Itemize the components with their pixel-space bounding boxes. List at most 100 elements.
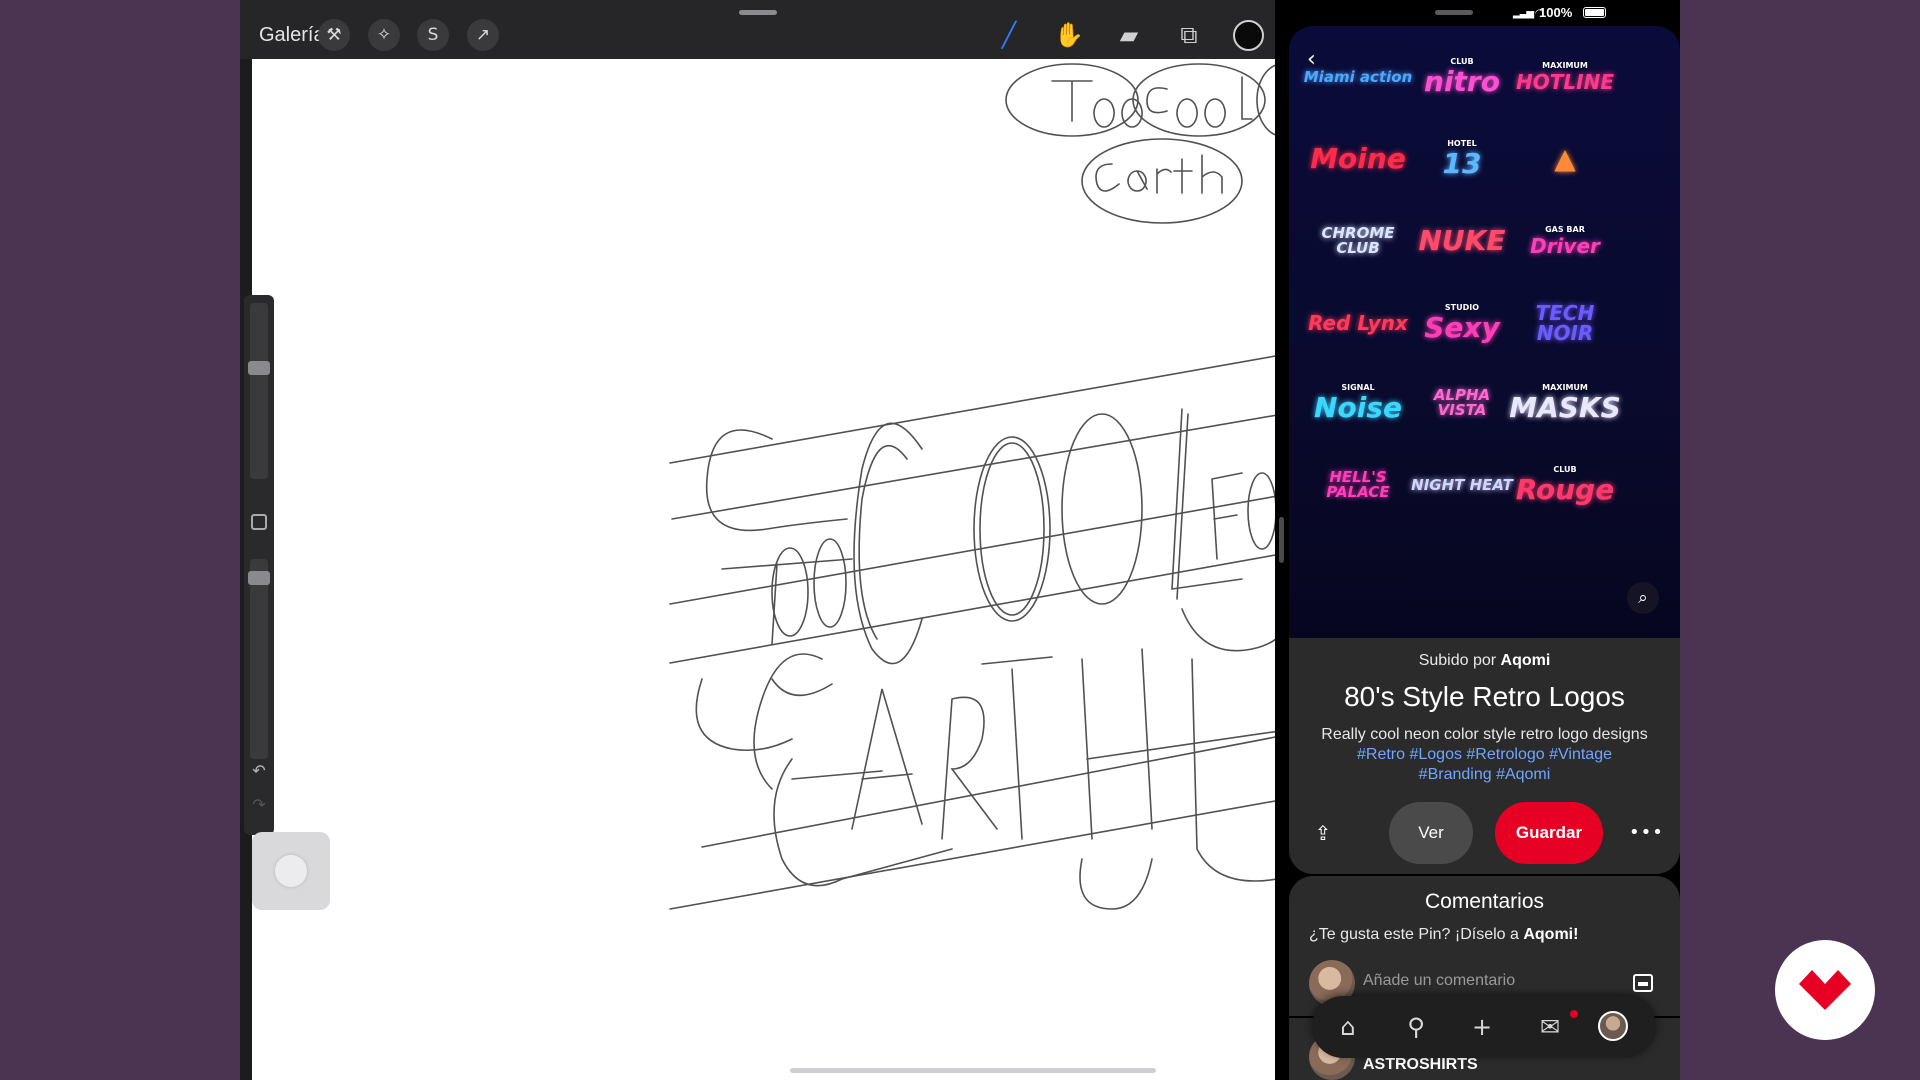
- battery-percent: 100%: [1539, 5, 1573, 20]
- transform-arrow-icon[interactable]: ↗: [467, 19, 499, 51]
- status-bar: ▂▃▅ ◠ 100%: [1289, 0, 1680, 24]
- wrench-icon[interactable]: ⚒: [318, 19, 350, 51]
- sketch-drawing: [669, 63, 1275, 910]
- split-view-handle[interactable]: [1279, 517, 1284, 563]
- assistive-touch-button[interactable]: [252, 832, 330, 910]
- visual-search-icon[interactable]: ⌕: [1627, 582, 1659, 614]
- layers-icon[interactable]: ⧉: [1172, 18, 1206, 52]
- pin-description: Really cool neon color style retro logo …: [1321, 726, 1648, 743]
- procreate-app: Galería ⚒ ✧ S ↗ ╱ ✋ ▰ ⧉ ↶ ↷: [240, 0, 1275, 1080]
- smudge-icon[interactable]: ✋: [1052, 18, 1086, 52]
- brush-size-slider[interactable]: [250, 303, 268, 479]
- comments-title: Comentarios: [1424, 890, 1545, 913]
- search-tab-icon[interactable]: ⚲: [1398, 1009, 1434, 1045]
- gallery-button[interactable]: Galería: [259, 24, 325, 47]
- comments-prompt: ¿Te gusta este Pin? ¡Díselo a Aqomi!: [1309, 926, 1669, 944]
- retro-logo: NUKE: [1407, 202, 1517, 280]
- selection-icon[interactable]: S: [417, 19, 449, 51]
- retro-logo-text: ALPHA VISTA: [1433, 386, 1491, 419]
- retro-logo-text: Miami action: [1303, 67, 1413, 86]
- retro-logo: STUDIO Sexy: [1407, 284, 1517, 362]
- retro-logo: ▲: [1510, 120, 1620, 198]
- redo-icon[interactable]: ↷: [249, 795, 269, 815]
- create-tab-icon[interactable]: +: [1464, 1009, 1500, 1045]
- retro-logo-text: Rouge: [1515, 473, 1615, 506]
- ipad-screen: Galería ⚒ ✧ S ↗ ╱ ✋ ▰ ⧉ ↶ ↷ ▂▃▅ ◠ 100% ‹…: [240, 0, 1680, 1080]
- retro-logo-text: ▲: [1554, 142, 1576, 175]
- drawing-canvas[interactable]: [252, 59, 1275, 1080]
- retro-logo: CLUB nitro: [1407, 38, 1517, 116]
- brush-icon[interactable]: ╱: [992, 18, 1026, 52]
- uploaded-prefix: Subido por: [1418, 652, 1497, 669]
- color-picker[interactable]: [1233, 20, 1264, 51]
- magic-wand-icon[interactable]: ✧: [368, 19, 400, 51]
- battery-icon: [1583, 7, 1606, 18]
- more-options-icon[interactable]: •••: [1629, 821, 1663, 845]
- comments-prompt-text: ¿Te gusta este Pin? ¡Díselo a: [1309, 926, 1519, 943]
- view-button[interactable]: Ver: [1389, 802, 1473, 864]
- retro-logo: HELL'S PALACE: [1303, 446, 1413, 524]
- opacity-slider[interactable]: [250, 559, 268, 759]
- pinterest-app: ▂▃▅ ◠ 100% ‹ Miami action CLUB nitro MAXIMU…: [1289, 0, 1680, 1080]
- home-tab-icon[interactable]: ⌂: [1330, 1009, 1366, 1045]
- retro-logo-text: CHROME CLUB: [1321, 224, 1395, 257]
- opacity-thumb[interactable]: [248, 571, 270, 585]
- pin-info-card: Subido por Aqomi 80's Style Retro Logos …: [1289, 638, 1680, 874]
- undo-icon[interactable]: ↶: [249, 761, 269, 781]
- notification-dot: [1570, 1010, 1578, 1018]
- retro-logo-text: nitro: [1424, 65, 1500, 98]
- pin-hashtags[interactable]: #Retro #Logos #Retrologo #Vintage #Brand…: [1319, 745, 1650, 785]
- retro-logo-text: TECH NOIR: [1535, 301, 1595, 345]
- pin-image[interactable]: ‹ Miami action CLUB nitro MAXIMUM HOTLINE Moi…: [1289, 26, 1680, 638]
- brand-logo-icon: [1799, 970, 1851, 1010]
- pin-title: 80's Style Retro Logos: [1344, 681, 1625, 712]
- retro-logo-text: Driver: [1530, 234, 1600, 258]
- retro-logo-text: 13: [1442, 147, 1482, 180]
- retro-logo: HOTEL 13: [1407, 120, 1517, 198]
- retro-logo-subtitle: GAS BAR: [1545, 225, 1585, 234]
- multitask-handle[interactable]: [1435, 10, 1473, 15]
- add-image-icon[interactable]: [1633, 974, 1653, 992]
- multitask-handle[interactable]: [739, 10, 777, 15]
- bottom-tab-bar: ⌂ ⚲ + ✉: [1312, 996, 1656, 1058]
- home-indicator: [790, 1068, 1156, 1073]
- retro-logo: NIGHT HEAT: [1407, 446, 1517, 524]
- procreate-toolbar: Galería ⚒ ✧ S ↗ ╱ ✋ ▰ ⧉: [240, 0, 1275, 59]
- retro-logo-subtitle: MAXIMUM: [1542, 61, 1588, 70]
- procreate-sidebar: ↶ ↷: [244, 295, 274, 835]
- retro-logo-text: HELL'S PALACE: [1326, 468, 1390, 501]
- retro-logo: CHROME CLUB: [1303, 202, 1413, 280]
- retro-logo-text: Moine: [1310, 142, 1406, 175]
- retro-logo: Moine: [1303, 120, 1413, 198]
- retro-logo: Miami action: [1303, 38, 1413, 116]
- retro-logo-text: HOTLINE: [1516, 70, 1614, 94]
- retro-logo-text: Noise: [1314, 391, 1402, 424]
- retro-logo: GAS BAR Driver: [1510, 202, 1620, 280]
- retro-logo: MAXIMUM HOTLINE: [1510, 38, 1620, 116]
- eraser-icon[interactable]: ▰: [1112, 18, 1146, 52]
- retro-logo: Red Lynx: [1303, 284, 1413, 362]
- retro-logo-text: Sexy: [1424, 311, 1500, 344]
- retro-logo-text: MASKS: [1509, 391, 1621, 424]
- retro-logo-text: NUKE: [1418, 224, 1506, 257]
- retro-logo: SIGNAL Noise: [1303, 364, 1413, 442]
- retro-logo: CLUB Rouge: [1510, 446, 1620, 524]
- comment-input[interactable]: [1363, 972, 1603, 990]
- share-icon[interactable]: ⇪: [1311, 821, 1335, 845]
- uploaded-by: Subido por Aqomi: [1289, 652, 1680, 670]
- retro-logo: ALPHA VISTA: [1407, 364, 1517, 442]
- modify-button[interactable]: [251, 514, 267, 530]
- brush-size-thumb[interactable]: [248, 361, 270, 375]
- comments-section: Comentarios ¿Te gusta este Pin? ¡Díselo …: [1289, 876, 1680, 1016]
- retro-logo: MAXIMUM MASKS: [1509, 364, 1621, 442]
- next-pin-author[interactable]: ASTROSHIRTS: [1363, 1056, 1478, 1074]
- retro-logo-text: Red Lynx: [1308, 311, 1408, 335]
- profile-tab-avatar[interactable]: [1598, 1011, 1628, 1041]
- comments-prompt-user: Aqomi!: [1523, 926, 1579, 943]
- save-button[interactable]: Guardar: [1495, 802, 1603, 864]
- brand-badge: [1775, 940, 1875, 1040]
- messages-tab-icon[interactable]: ✉: [1532, 1009, 1568, 1045]
- uploader-name[interactable]: Aqomi: [1501, 652, 1551, 669]
- retro-logo-text: NIGHT HEAT: [1411, 475, 1513, 494]
- retro-logo: TECH NOIR: [1510, 284, 1620, 362]
